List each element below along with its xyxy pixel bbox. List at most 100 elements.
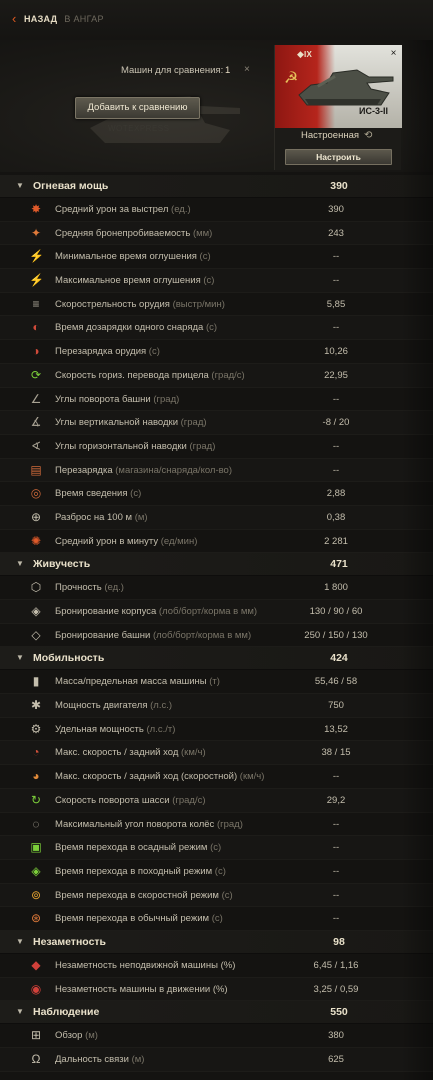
stat-row: ∠ Углы поворота башни (град) -- [0,388,433,412]
section-rows: ◆ Незаметность неподвижной машины (%) 6,4… [0,954,433,1002]
stat-row: ✦ Средняя бронепробиваемость (мм) 243 [0,221,433,246]
stat-value: 750 [328,700,344,712]
stat-row: ◇ Бронирование башни (лоб/борт/корма в мм… [0,624,433,648]
stat-unit: (л.с./т) [146,723,176,735]
stat-row: ⊕ Разброс на 100 м (м) 0,38 [0,505,433,530]
stat-name: Бронирование башни [55,629,151,641]
stat-value: -- [332,865,340,877]
hit-points-icon: ⬡ [30,580,42,595]
stat-name: Удельная мощность [55,723,144,735]
stat-name: Средний урон за выстрел [55,204,169,215]
stat-label: Средний урон за выстрел (ед.) [55,204,191,215]
stat-value: 2,88 [326,488,346,500]
stat-value: -- [332,322,340,334]
section-header[interactable]: ▼ Мобильность 424 [0,647,433,671]
stat-name: Разброс на 100 м [55,511,133,523]
section-score: 471 [330,558,348,571]
stat-value: 1 800 [324,582,348,594]
stat-name: Время перехода в осадный режим [55,842,208,854]
back-button[interactable]: ‹ НАЗАД В АНГАР [12,12,104,26]
stat-label: Скорострельность орудия (выстр/мин) [55,299,225,310]
stat-unit: (град) [189,440,216,452]
stat-row: ◐ Время дозарядки одного снаряда (с) -- [0,316,433,341]
stat-unit: (м) [85,1030,98,1042]
section-header[interactable]: ▼ Незаметность 98 [0,930,433,954]
stat-name: Перезарядка орудия [55,346,147,358]
add-to-compare-button[interactable]: Добавить к сравнению [75,97,200,119]
stun-min-icon: ⚡ [29,249,44,264]
section-header[interactable]: ▼ Наблюдение 550 [0,1001,433,1025]
stat-row: ≡ Скорострельность орудия (выстр/мин) 5,85 [0,293,433,317]
reset-config-icon[interactable]: ⟲ [364,130,372,141]
stat-value: 390 [328,204,344,215]
chevron-left-icon: ‹ [12,11,17,26]
stat-unit: (град/с) [172,794,206,806]
stat-name: Максимальное время оглушения [55,275,201,287]
section-rows: ⊞ Обзор (м) 380 Ω Дальность связи (м) 625 [0,1024,433,1072]
configure-button[interactable]: Настроить [285,149,392,165]
speed-mode-icon: ⊚ [30,887,42,902]
stat-name: Прочность [55,582,102,594]
stat-name: Минимальное время оглушения [55,251,197,263]
stat-unit: (град) [216,818,243,830]
hangar-label: В АНГАР [64,14,104,24]
stat-unit: (град/с) [211,369,245,381]
stat-label: Незаметность неподвижной машины (%) [55,960,235,971]
section-score: 98 [333,935,345,948]
stat-value: -- [332,842,340,854]
watermark: WOTEXPRESS [108,124,170,133]
stat-name: Время сведения [55,488,128,500]
stat-label: Удельная мощность (л.с./т) [55,724,175,735]
stat-unit: (с) [199,251,211,263]
stat-label: Макс. скорость / задний ход (скоростной)… [55,771,264,782]
section-header[interactable]: ▼ Огневая мощь 390 [0,175,433,198]
clear-list-button[interactable]: × [244,64,250,75]
stat-row: ◉ Незаметность машины в движении (%) 3,25… [0,977,433,1002]
stat-value: 3,25 / 0,59 [313,983,359,995]
stat-value: -- [332,771,340,783]
stat-unit: (с) [221,889,233,901]
stat-name: Макс. скорость / задний ход [55,747,179,759]
stat-row: ⚡ Максимальное время оглушения (с) -- [0,269,433,293]
stat-value: 130 / 90 / 60 [309,606,363,617]
camo-moving-icon: ◉ [30,981,42,996]
vertical-angle-icon: ∡ [30,415,42,430]
stat-row: Ω Дальность связи (м) 625 [0,1048,433,1072]
section-title: Наблюдение [33,1006,100,1019]
stat-row: ◈ Время перехода в походный режим (с) -- [0,860,433,884]
travel-mode-icon: ◈ [31,863,41,878]
stat-row: ⬡ Прочность (ед.) 1 800 [0,576,433,600]
stat-value: 13,52 [324,723,348,735]
stat-unit: (с) [214,865,226,877]
section-header[interactable]: ▼ Живучесть 471 [0,553,433,577]
stat-name: Незаметность машины в движении (%) [55,983,228,995]
remove-tank-button[interactable]: × [387,47,400,60]
compare-count-value: 1 [225,65,231,76]
stat-row: ⊚ Время перехода в скоростной режим (с) -- [0,883,433,908]
stat-label: Углы поворота башни (град) [55,394,179,405]
stat-name: Перезарядка [55,464,113,476]
stat-unit: (ед/мин) [160,535,198,547]
stat-row: ◎ Время сведения (с) 2,88 [0,482,433,506]
turret-armor-icon: ◇ [31,627,41,642]
stat-label: Скорость гориз. перевода прицела (град/с… [55,370,245,381]
stat-value: 250 / 150 / 130 [304,629,368,641]
stat-value: -8 / 20 [322,417,350,429]
stat-unit: (лоб/борт/корма в мм) [158,606,258,617]
hull-traverse-icon: ↻ [30,792,42,807]
stat-value: 6,45 / 1,16 [313,959,359,971]
hull-armor-icon: ◈ [31,604,41,618]
stat-value: 10,26 [324,346,348,358]
tank-image[interactable]: ☭ ◆ IX ИС-3-II × [275,45,402,128]
stat-name: Скорострельность орудия [55,298,170,310]
traverse-icon: ⟳ [30,367,42,382]
chevron-down-icon: ▼ [16,181,24,190]
stat-unit: (ед.) [104,582,124,594]
engine-power-icon: ✱ [30,698,42,713]
stat-label: Минимальное время оглушения (с) [55,251,211,262]
stat-label: Максимальный угол поворота колёс (град) [55,819,243,830]
stat-label: Время сведения (с) [55,488,141,499]
stun-max-icon: ⚡ [29,273,44,288]
stat-row: ⊞ Обзор (м) 380 [0,1024,433,1048]
stat-value: -- [332,818,340,830]
